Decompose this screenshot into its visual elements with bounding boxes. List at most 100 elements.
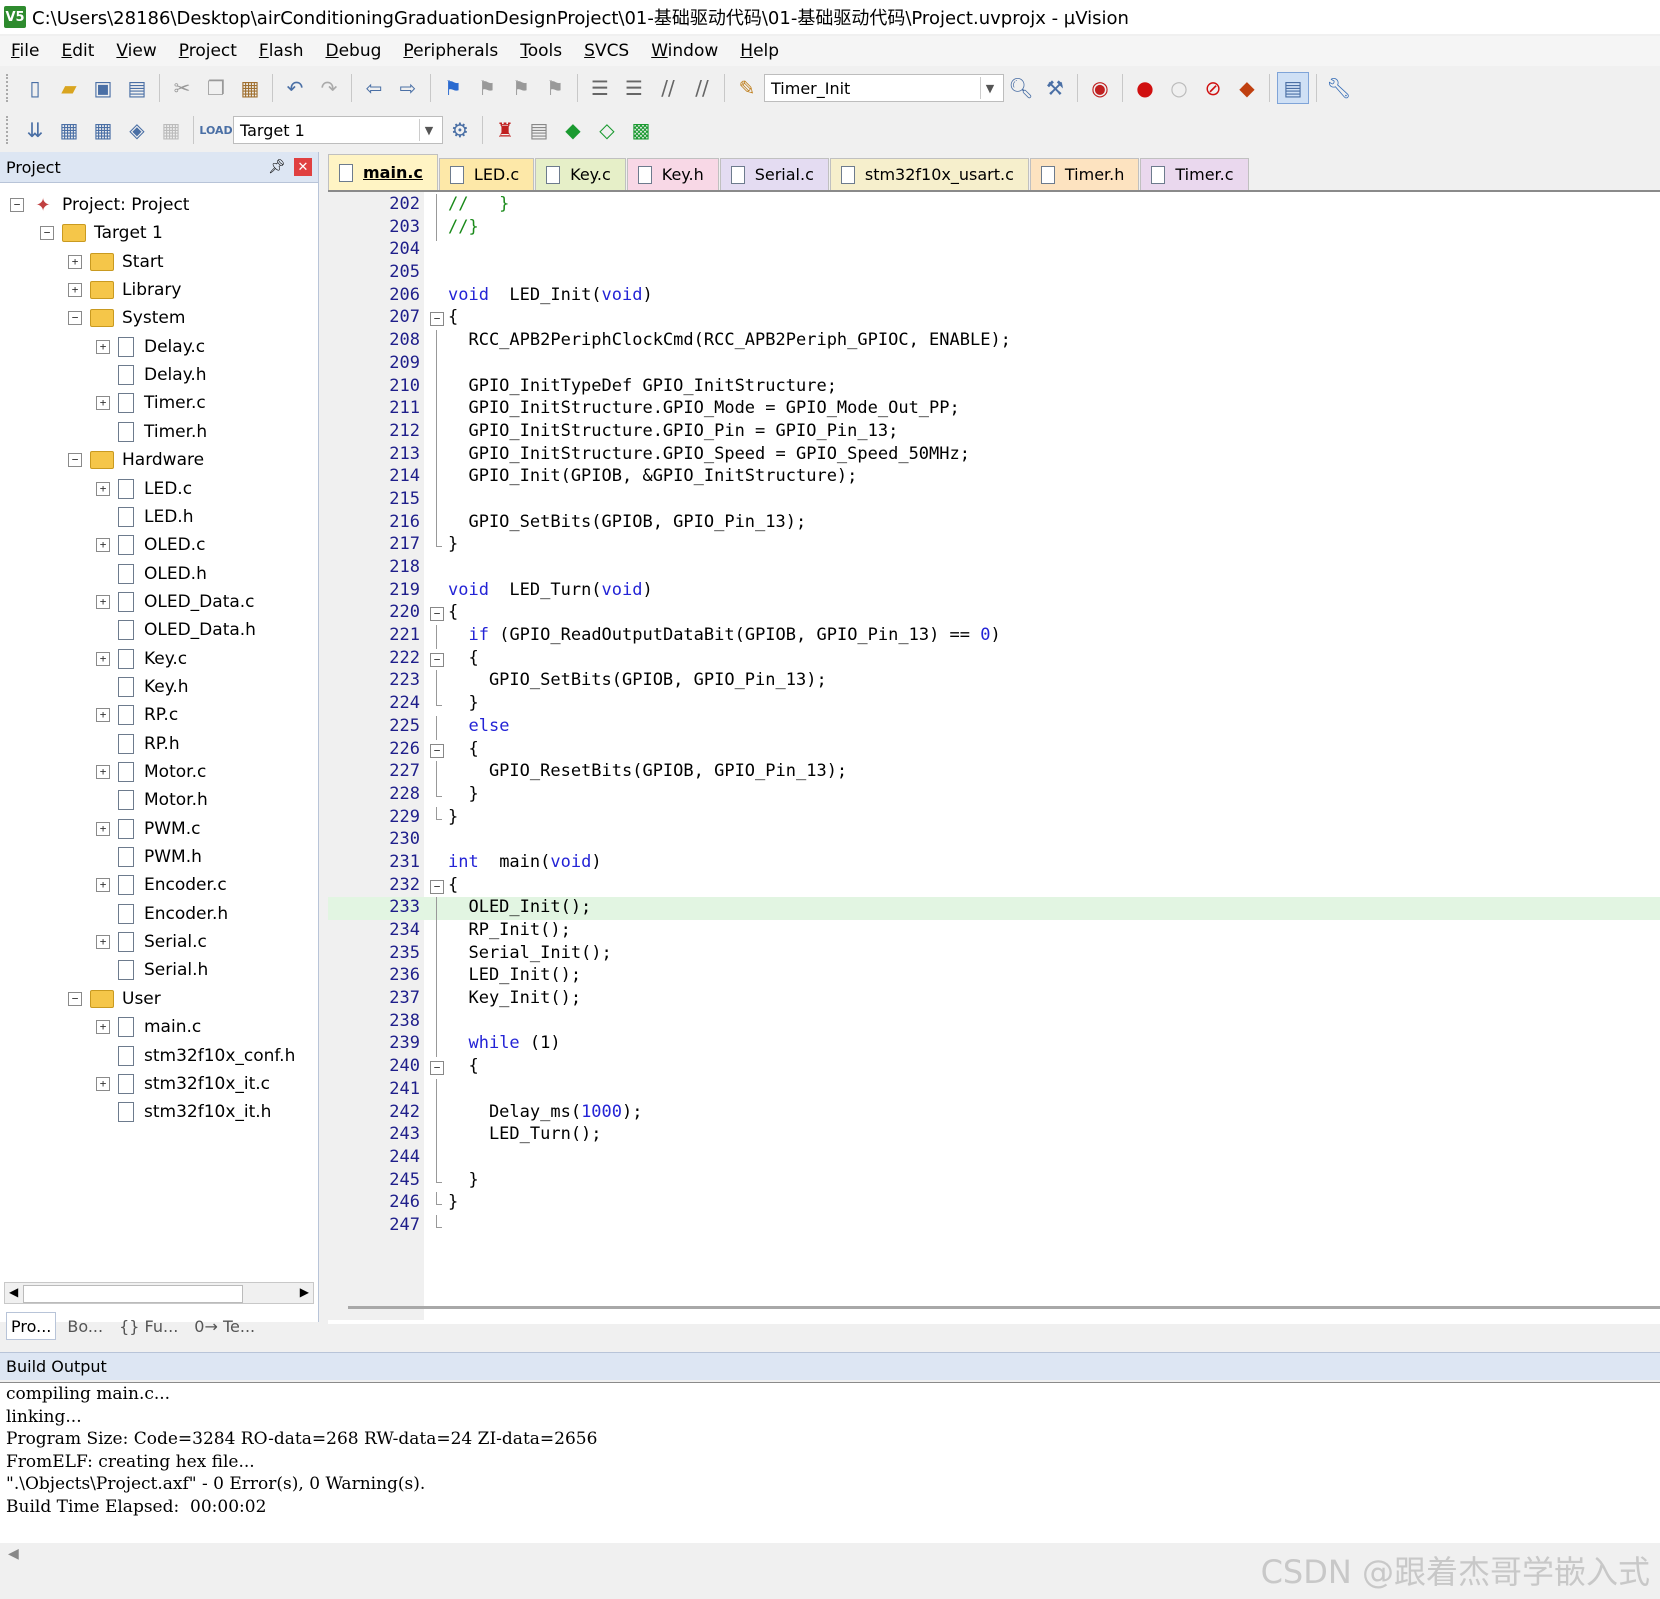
- books-tab[interactable]: Bo...: [62, 1312, 108, 1340]
- comment-icon[interactable]: //: [653, 73, 683, 103]
- menu-tools[interactable]: Tools: [509, 41, 573, 61]
- menu-flash[interactable]: Flash: [248, 41, 315, 61]
- code-line[interactable]: 215: [328, 488, 1660, 513]
- code-line[interactable]: 202 // }: [328, 194, 1660, 218]
- code-line[interactable]: 221 if (GPIO_ReadOutputDataBit(GPIOB, GP…: [328, 625, 1660, 650]
- code-line[interactable]: 219 void LED_Turn(void): [328, 580, 1660, 603]
- code-line[interactable]: 231 int main(void): [328, 852, 1660, 875]
- tree-file-item[interactable]: + LED.c: [96, 475, 192, 503]
- code-line[interactable]: 244: [328, 1146, 1660, 1171]
- code-line[interactable]: 220−{: [328, 602, 1660, 625]
- tree-file-item[interactable]: + RP.c: [96, 701, 178, 729]
- unindent-icon[interactable]: ☰: [619, 73, 649, 103]
- tree-folder-item[interactable]: − Hardware: [68, 446, 204, 474]
- expand-icon[interactable]: +: [96, 481, 110, 496]
- run-time-environment-icon[interactable]: ◇: [592, 115, 622, 145]
- menu-debug[interactable]: Debug: [314, 41, 392, 61]
- code-line[interactable]: 240− {: [328, 1056, 1660, 1079]
- stop-build-icon[interactable]: ▦: [156, 115, 186, 145]
- editor-tab[interactable]: LED.c: [438, 158, 535, 190]
- tree-file-item[interactable]: + PWM.c: [96, 815, 200, 843]
- tree-file-item[interactable]: OLED.h: [96, 560, 207, 588]
- tree-file-item[interactable]: stm32f10x_it.h: [96, 1098, 271, 1126]
- code-line[interactable]: 204: [328, 239, 1660, 262]
- menu-file[interactable]: File: [0, 41, 50, 61]
- editor-tab[interactable]: Serial.c: [719, 158, 829, 190]
- chevron-down-icon[interactable]: ▼: [419, 119, 438, 141]
- tree-folder-item[interactable]: + Library: [68, 276, 181, 304]
- tree-file-item[interactable]: + Delay.c: [96, 333, 205, 361]
- tree-file-item[interactable]: Key.h: [96, 673, 189, 701]
- code-line[interactable]: 236 LED_Init();: [328, 965, 1660, 990]
- fold-collapse-icon[interactable]: −: [430, 1061, 444, 1076]
- tree-file-item[interactable]: Serial.h: [96, 956, 208, 984]
- expand-icon[interactable]: +: [96, 1076, 110, 1091]
- code-line[interactable]: 203 //}: [328, 216, 1660, 241]
- code-line[interactable]: 243 LED_Turn();: [328, 1124, 1660, 1149]
- menu-peripherals[interactable]: Peripherals: [392, 41, 509, 61]
- tree-file-item[interactable]: + Key.c: [96, 645, 187, 673]
- templates-tab[interactable]: 0→ Te...: [189, 1312, 260, 1340]
- expand-icon[interactable]: +: [96, 538, 110, 553]
- editor-tab[interactable]: Timer.h: [1029, 158, 1140, 190]
- code-line[interactable]: 227 GPIO_ResetBits(GPIOB, GPIO_Pin_13);: [328, 761, 1660, 786]
- menu-window[interactable]: Window: [640, 41, 729, 61]
- scroll-left-icon[interactable]: ◀: [9, 1285, 18, 1299]
- paste-icon[interactable]: ▦: [235, 73, 265, 103]
- code-line[interactable]: 208 RCC_APB2PeriphClockCmd(RCC_APB2Perip…: [328, 330, 1660, 355]
- code-editor[interactable]: 202 // } 203 //} 204 205 206 void LED_Init(void…: [328, 190, 1660, 1324]
- breakpoint-disable-all-icon[interactable]: ⊘: [1198, 73, 1228, 103]
- options-for-target-icon[interactable]: ⚙: [445, 115, 475, 145]
- window-layout-icon[interactable]: ▤: [1277, 72, 1309, 104]
- code-line[interactable]: 224 }: [328, 693, 1660, 716]
- expand-icon[interactable]: +: [96, 396, 110, 411]
- collapse-icon[interactable]: −: [68, 453, 82, 468]
- tree-file-item[interactable]: Encoder.h: [96, 900, 228, 928]
- expand-icon[interactable]: +: [96, 651, 110, 666]
- breakpoint-disable-icon[interactable]: ○: [1164, 73, 1194, 103]
- manage-components-icon[interactable]: ▩: [626, 115, 656, 145]
- editor-horizontal-scrollbar[interactable]: [348, 1306, 1660, 1309]
- find-in-files-icon[interactable]: ✎: [732, 73, 762, 103]
- rebuild-icon[interactable]: ▦: [88, 115, 118, 145]
- tree-file-item[interactable]: Delay.h: [96, 361, 207, 389]
- menu-view[interactable]: View: [105, 41, 167, 61]
- find-combo[interactable]: Timer_Init ▼: [764, 74, 1004, 102]
- expand-icon[interactable]: +: [96, 878, 110, 893]
- tree-folder-item[interactable]: − System: [68, 304, 185, 332]
- tree-file-item[interactable]: stm32f10x_conf.h: [96, 1042, 295, 1070]
- editor-tab[interactable]: Key.h: [626, 158, 719, 190]
- navigate-back-icon[interactable]: ⇦: [359, 73, 389, 103]
- bookmark-next-icon[interactable]: ⚑: [506, 73, 536, 103]
- fold-collapse-icon[interactable]: −: [430, 312, 444, 327]
- code-line[interactable]: 239 while (1): [328, 1033, 1660, 1058]
- cut-icon[interactable]: ✂: [167, 73, 197, 103]
- code-line[interactable]: 225 else: [328, 715, 1660, 740]
- code-line[interactable]: 230: [328, 829, 1660, 852]
- expand-icon[interactable]: +: [96, 1020, 110, 1035]
- manage-project-items-icon[interactable]: ♜: [490, 115, 520, 145]
- toolbar-grip[interactable]: [6, 116, 12, 144]
- scroll-right-icon[interactable]: ▶: [300, 1285, 309, 1299]
- build-icon[interactable]: ▦: [54, 115, 84, 145]
- toolbar-grip[interactable]: [6, 74, 12, 102]
- code-line[interactable]: 206 void LED_Init(void): [328, 285, 1660, 308]
- fold-collapse-icon[interactable]: −: [430, 652, 444, 667]
- code-line[interactable]: 247: [328, 1214, 1660, 1238]
- code-line[interactable]: 211 GPIO_InitStructure.GPIO_Mode = GPIO_…: [328, 398, 1660, 423]
- indent-icon[interactable]: ☰: [585, 73, 615, 103]
- collapse-icon[interactable]: −: [10, 198, 24, 212]
- breakpoint-insert-icon[interactable]: ●: [1130, 73, 1160, 103]
- tree-file-item[interactable]: OLED_Data.h: [96, 616, 256, 644]
- tree-folder-item[interactable]: + Start: [68, 248, 164, 276]
- download-load-icon[interactable]: LOAD: [199, 115, 232, 145]
- code-line[interactable]: 246}: [328, 1192, 1660, 1215]
- undo-icon[interactable]: ↶: [280, 73, 310, 103]
- code-line[interactable]: 226− {: [328, 739, 1660, 762]
- code-line[interactable]: 222− {: [328, 648, 1660, 671]
- code-line[interactable]: 233 OLED_Init();: [328, 897, 1660, 922]
- bookmark-toggle-icon[interactable]: ⚑: [438, 73, 468, 103]
- tree-file-item[interactable]: + stm32f10x_it.c: [96, 1070, 270, 1098]
- menu-edit[interactable]: Edit: [50, 41, 105, 61]
- close-icon[interactable]: ✕: [294, 158, 312, 176]
